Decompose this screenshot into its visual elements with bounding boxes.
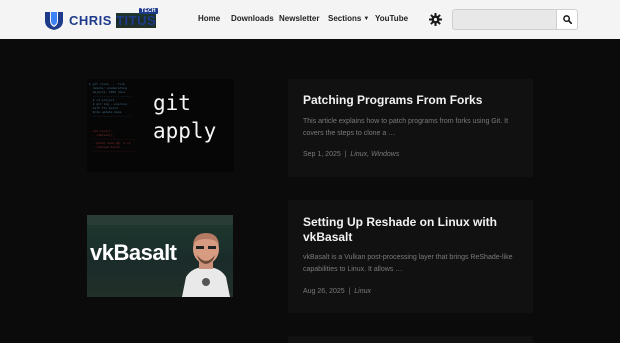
brand-name-part1: CHRIS [69, 12, 112, 28]
nav-item-youtube[interactable]: YouTube [375, 14, 408, 23]
post-date: Sep 1, 2025 [303, 151, 341, 158]
search-button[interactable] [557, 9, 578, 30]
nav-item-sections[interactable]: Sections ▼ [328, 14, 369, 23]
post-card[interactable]: Patching Programs From Forks This articl… [288, 79, 533, 177]
meta-separator: | [342, 151, 349, 158]
theme-toggle-button[interactable] [429, 13, 442, 26]
gear-icon [429, 13, 442, 26]
nav-item-newsletter[interactable]: Newsletter [279, 14, 319, 23]
post-card-partial [288, 336, 533, 343]
brand-name: CHRIS TITUS [69, 12, 157, 28]
post-excerpt: This article explains how to patch progr… [303, 118, 509, 137]
person-illustration [182, 233, 230, 297]
post-thumbnail[interactable]: $ git clone -- fork remote: enumerating … [87, 79, 234, 172]
brand-tag: TECH [139, 8, 158, 14]
post-thumbnail[interactable]: vkBasalt [87, 215, 233, 297]
post-title[interactable]: Patching Programs From Forks [303, 93, 482, 108]
nav-item-downloads[interactable]: Downloads [231, 14, 274, 23]
post-categories[interactable]: Linux [354, 288, 371, 295]
thumbnail-caption: vkBasalt [90, 240, 177, 265]
diff-text-decoration: - old_line(); - removed(); -------------… [89, 129, 136, 153]
search-input[interactable] [452, 9, 557, 30]
post-meta: Aug 26, 2025 | Linux [303, 288, 371, 295]
nav-item-sections-label: Sections [328, 14, 362, 23]
post-card[interactable]: Setting Up Reshade on Linux with vkBasal… [288, 200, 533, 313]
post-meta: Sep 1, 2025 | Linux, Windows [303, 151, 399, 158]
terminal-text-decoration: $ git clone -- fork remote: enumerating … [89, 82, 133, 118]
window-bar-decoration [87, 215, 233, 225]
post-title[interactable]: Setting Up Reshade on Linux with vkBasal… [303, 215, 518, 245]
post-excerpt: vkBasalt is a Vulkan post-processing lay… [303, 254, 513, 273]
nav-item-home[interactable]: Home [198, 14, 220, 23]
thumbnail-caption: git apply [153, 91, 217, 143]
site-logo[interactable]: CHRIS TITUS TECH [44, 8, 158, 31]
brand-name-part2: TITUS [116, 12, 157, 28]
chevron-down-icon: ▼ [363, 16, 370, 22]
post-categories[interactable]: Linux, Windows [350, 151, 399, 158]
site-header: CHRIS TITUS TECH Home Downloads Newslett… [0, 0, 620, 39]
search-icon [562, 15, 572, 24]
meta-separator: | [346, 288, 353, 295]
post-date: Aug 26, 2025 [303, 288, 345, 295]
shield-logo-icon [45, 12, 63, 30]
